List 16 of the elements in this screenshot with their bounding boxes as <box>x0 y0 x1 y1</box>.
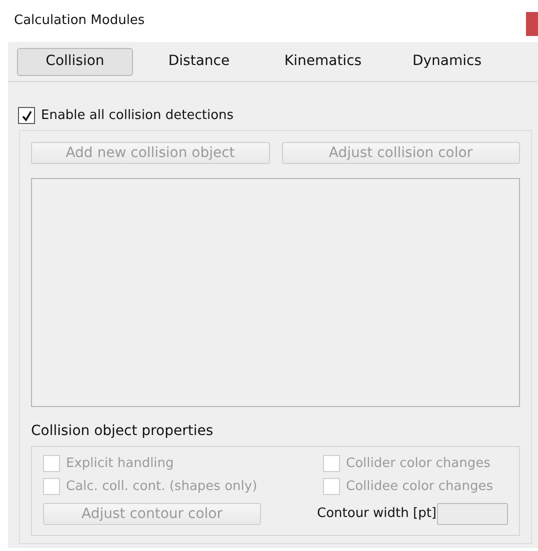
checkbox-label: Calc. coll. cont. (shapes only) <box>66 478 258 496</box>
section-title: Collision object properties <box>31 422 214 440</box>
window-title: Calculation Modules <box>14 12 145 30</box>
tab[interactable]: Collision <box>17 48 133 76</box>
checkbox-label: Collider color changes <box>346 454 490 472</box>
checkbox-label: Collidee color changes <box>346 478 494 496</box>
check-icon <box>20 110 32 122</box>
tab[interactable]: Dynamics <box>389 48 505 76</box>
close-button[interactable] <box>526 12 538 36</box>
contour-width-label: Contour width [pt] <box>317 504 436 523</box>
object-list[interactable] <box>31 178 520 406</box>
tab[interactable]: Kinematics <box>265 48 381 76</box>
checkbox-label: Enable all collision detections <box>41 107 234 125</box>
tab[interactable]: Distance <box>141 48 257 76</box>
checkbox[interactable] <box>18 107 35 124</box>
checkbox-label: Explicit handling <box>66 454 174 472</box>
